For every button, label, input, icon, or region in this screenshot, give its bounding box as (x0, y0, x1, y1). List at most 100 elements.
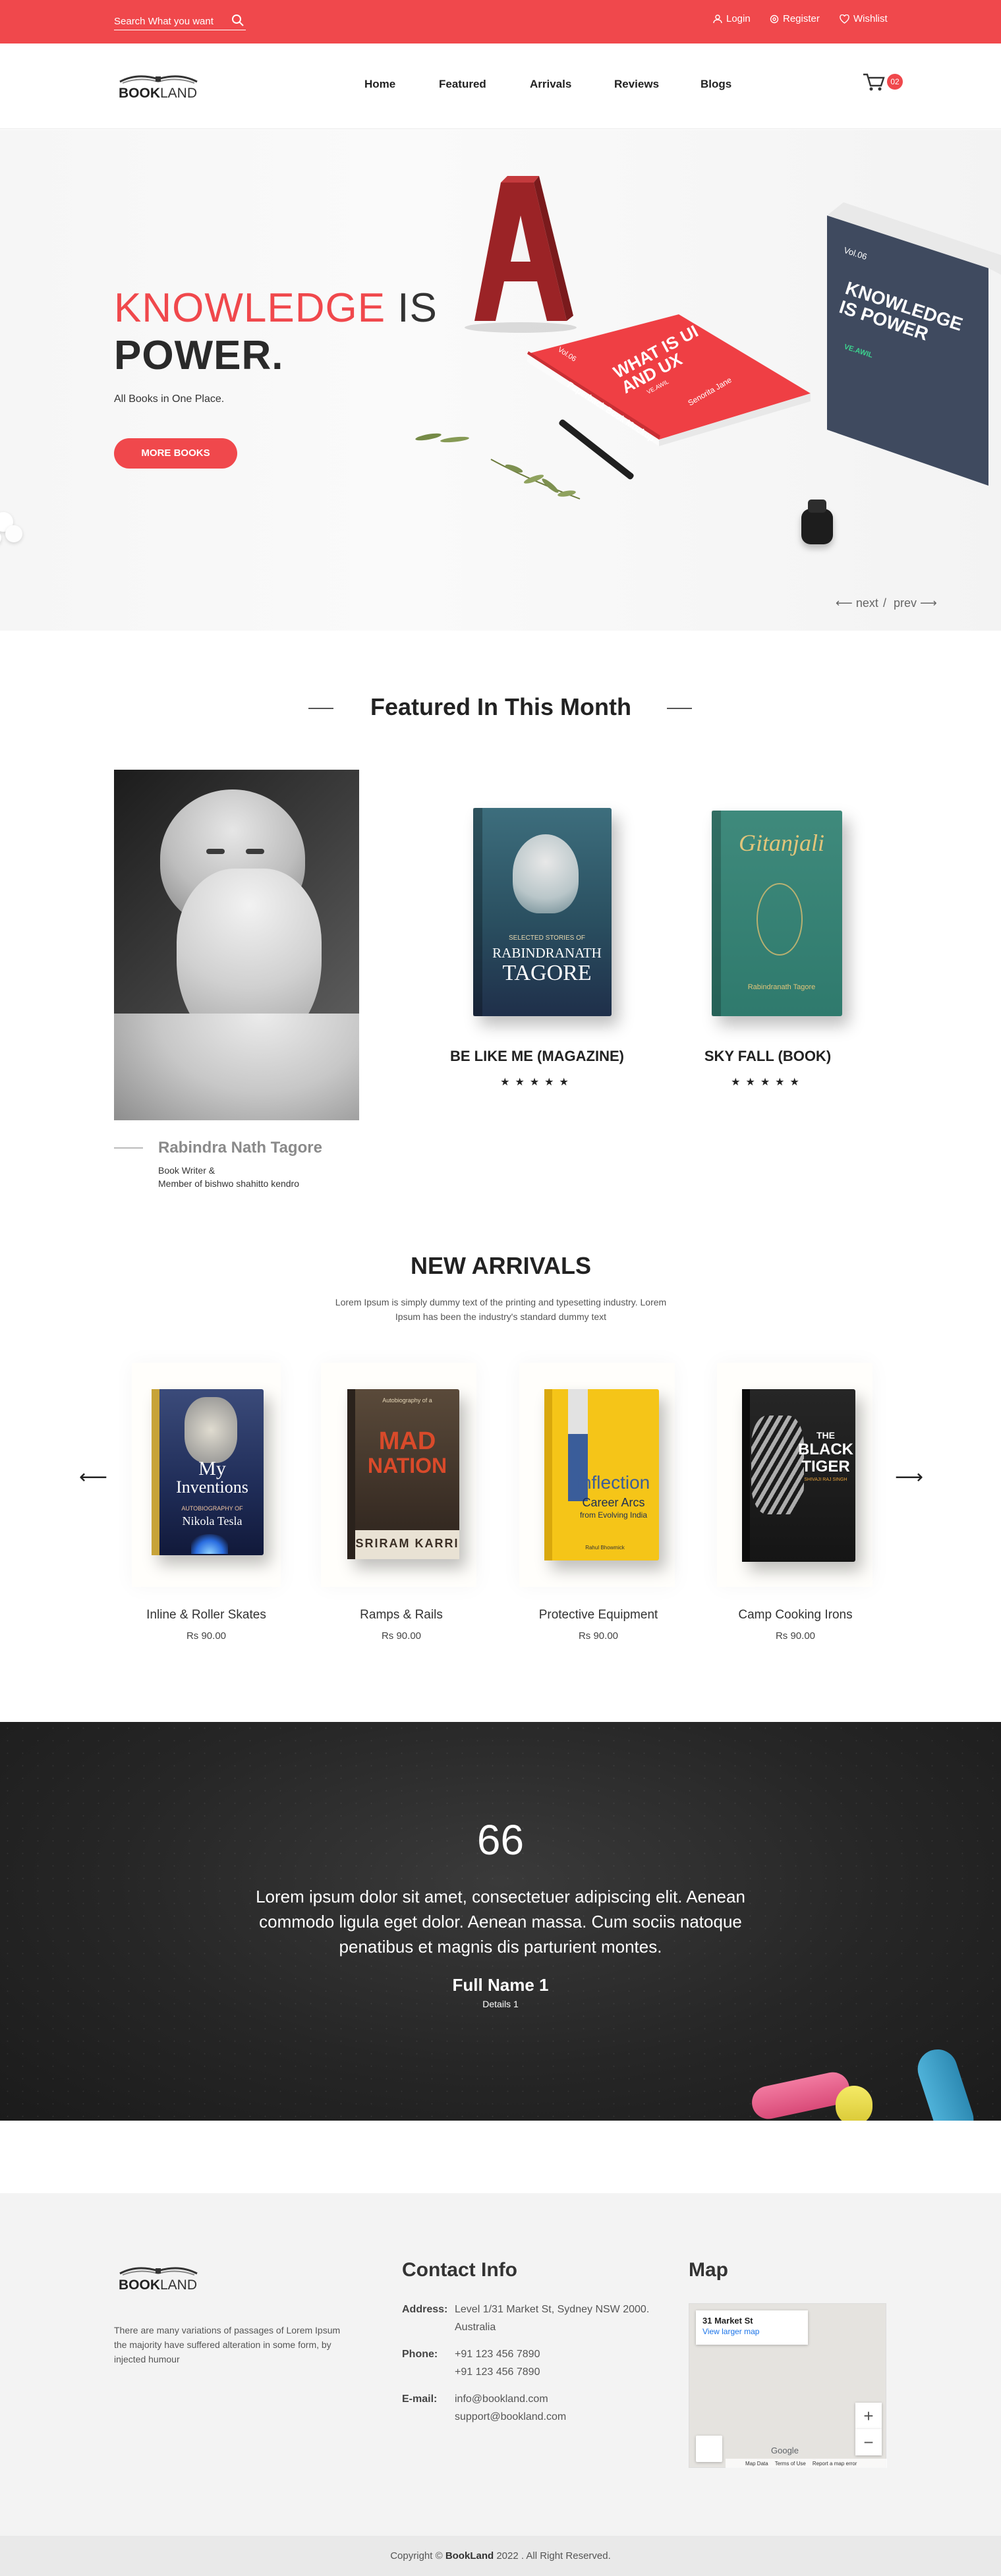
arrival-cover-1: My Inventions AUTOBIOGRAPHY OF Nikola Te… (152, 1389, 264, 1555)
more-books-button[interactable]: MORE BOOKS (114, 438, 237, 469)
cart-icon (863, 73, 885, 91)
arrivals-desc-1: Lorem Ipsum is simply dummy text of the … (335, 1297, 667, 1307)
footer-logo[interactable]: BOOKLAND (117, 2262, 200, 2296)
arrival-price-3: Rs 90.00 (578, 1630, 619, 1642)
arrival-card-1[interactable]: My Inventions AUTOBIOGRAPHY OF Nikola Te… (132, 1363, 281, 1587)
map-larger-link[interactable]: View larger map (702, 2327, 801, 2336)
nav-blogs[interactable]: Blogs (701, 78, 731, 91)
peacock-feather-icon (757, 883, 803, 956)
email-2[interactable]: support@bookland.com (455, 2408, 566, 2426)
phone-label: Phone: (402, 2349, 438, 2360)
featured-book-card-2[interactable]: Gitanjali Rabindranath Tagore (679, 799, 857, 1036)
map-title: Map (689, 2259, 728, 2281)
testimonial-line-3: penatibus et magnis dis parturient monte… (339, 1937, 662, 1957)
hero-title-red: KNOWLEDGE (114, 285, 386, 331)
arrival-card-2[interactable]: Autobiography of a MAD NATION SRIRAM KAR… (321, 1363, 476, 1587)
hero-banner: KNOWLEDGE IS POWER. All Books in One Pla… (0, 130, 1001, 631)
arrival-4-cover-sub: SHIVAJI RAJ SINGH (804, 1477, 847, 1482)
leaf-image (414, 432, 473, 445)
featured-book-rating-1: ★★★★★ (500, 1077, 574, 1088)
featured-book-1-cover-top: SELECTED STORIES OF (509, 934, 585, 942)
author-role-2: Member of bishwo shahitto kendro (158, 1178, 299, 1189)
copyright-suffix: 2022 . All Right Reserved. (496, 2550, 611, 2562)
arrow-right-icon: ⟶ (920, 596, 937, 610)
map-zoom-out-button[interactable]: − (855, 2429, 882, 2455)
wishlist-label: Wishlist (853, 13, 888, 24)
login-link[interactable]: Login (713, 13, 751, 24)
gear-icon (770, 14, 779, 23)
nav-featured[interactable]: Featured (439, 78, 486, 91)
map-place-name: 31 Market St (702, 2316, 753, 2326)
testimonial-details: Details 1 (482, 1999, 519, 2009)
arrival-title-3[interactable]: Protective Equipment (513, 1608, 684, 1622)
arrival-3-cover-l3: from Evolving India (579, 1510, 648, 1520)
featured-book-title-2[interactable]: SKY FALL (BOOK) (659, 1048, 876, 1065)
map-zoom-in-button[interactable]: + (855, 2403, 882, 2429)
featured-book-1-cover-name2: TAGORE (502, 961, 592, 985)
copyright-bar: Copyright © BookLand 2022 . All Right Re… (0, 2536, 1001, 2576)
arrival-4-cover-l2: BLACK (798, 1441, 853, 1458)
search-box (114, 13, 246, 30)
main-header: BOOKLAND Home Featured Arrivals Reviews … (0, 43, 1001, 129)
email-1[interactable]: info@bookland.com (455, 2390, 548, 2408)
featured-book-card-1[interactable]: SELECTED STORIES OF RABINDRANATH TAGORE (448, 799, 626, 1036)
featured-book-cover-1: SELECTED STORIES OF RABINDRANATH TAGORE (473, 808, 612, 1016)
cart-button[interactable]: 02 (862, 72, 904, 95)
featured-title-line-left (308, 708, 333, 709)
arrival-1-cover-l1: My (198, 1458, 226, 1479)
author-name: Rabindra Nath Tagore (158, 1139, 322, 1157)
arrival-cover-4: THE BLACK TIGER SHIVAJI RAJ SINGH (742, 1389, 855, 1562)
arrivals-title: NEW ARRIVALS (411, 1252, 591, 1279)
arrival-card-4[interactable]: THE BLACK TIGER SHIVAJI RAJ SINGH (717, 1363, 872, 1587)
arrival-title-4[interactable]: Camp Cooking Irons (710, 1608, 881, 1622)
book-logo-icon (119, 75, 198, 84)
phone-2[interactable]: +91 123 456 7890 (455, 2363, 540, 2381)
register-link[interactable]: Register (770, 13, 820, 24)
arrivals-desc-2: Ipsum has been the industry's standard d… (395, 1311, 607, 1322)
map-terms-link[interactable]: Terms of Use (775, 2461, 806, 2467)
wishlist-link[interactable]: Wishlist (840, 13, 888, 24)
brand-logo[interactable]: BOOKLAND (117, 70, 200, 104)
nav-arrivals[interactable]: Arrivals (530, 78, 571, 91)
footer-about-1: There are many variations of passages of… (114, 2325, 341, 2335)
map-report-link[interactable]: Report a map error (813, 2461, 857, 2467)
search-icon[interactable] (231, 14, 244, 27)
hero-prev-button[interactable]: prev ⟶ (894, 596, 937, 610)
arrival-title-2[interactable]: Ramps & Rails (316, 1608, 487, 1622)
register-label: Register (783, 13, 820, 24)
blue-book-image: Vol.06 KNOWLEDGE IS POWER VE.AWIL (824, 202, 1001, 486)
featured-book-title-1[interactable]: BE LIKE ME (MAGAZINE) (422, 1048, 652, 1065)
arrival-4-cover-l3: TIGER (801, 1458, 850, 1475)
featured-book-cover-2: Gitanjali Rabindranath Tagore (712, 811, 842, 1016)
map-embed[interactable]: 31 Market St View larger map + − Google … (689, 2303, 887, 2468)
nav-reviews[interactable]: Reviews (614, 78, 659, 91)
map-street-view-button[interactable] (696, 2436, 722, 2462)
map-footer-bar: Map Data Terms of Use Report a map error (726, 2459, 887, 2468)
hero-next-button[interactable]: ⟵ next (836, 596, 878, 610)
phone-1[interactable]: +91 123 456 7890 (455, 2345, 540, 2363)
arrival-2-cover-l2: NATION (367, 1454, 447, 1477)
nav-home[interactable]: Home (364, 78, 395, 91)
user-icon (713, 14, 722, 23)
featured-title: Featured In This Month (370, 693, 631, 720)
map-data-label: Map Data (745, 2460, 768, 2467)
arrival-title-1[interactable]: Inline & Roller Skates (121, 1608, 292, 1622)
chalk-yellow-image (836, 2086, 872, 2121)
hero-slash: / (883, 596, 887, 610)
brand-part1: BOOK (119, 86, 160, 101)
olive-branch-image (488, 453, 586, 505)
arrival-2-cover-l1: MAD (378, 1427, 436, 1455)
arrival-3-cover-l1: inflection (577, 1472, 650, 1493)
testimonial-line-2: commodo ligula eget dolor. Aenean massa.… (259, 1912, 742, 1932)
arrival-price-2: Rs 90.00 (381, 1630, 422, 1642)
testimonial-line-1: Lorem ipsum dolor sit amet, consectetuer… (256, 1887, 745, 1906)
map-info-card: 31 Market St View larger map (696, 2310, 808, 2345)
hero-title: KNOWLEDGE IS (114, 285, 438, 331)
arrivals-prev-arrow[interactable]: ⟵ (79, 1466, 107, 1489)
arrival-card-3[interactable]: inflection Career Arcs from Evolving Ind… (519, 1363, 675, 1587)
arrival-2-cover-sub: Autobiography of a (382, 1397, 432, 1404)
search-input[interactable] (114, 13, 226, 29)
book-logo-icon (119, 2267, 198, 2275)
email-label: E-mail: (402, 2393, 438, 2405)
arrivals-next-arrow[interactable]: ⟶ (895, 1466, 923, 1489)
